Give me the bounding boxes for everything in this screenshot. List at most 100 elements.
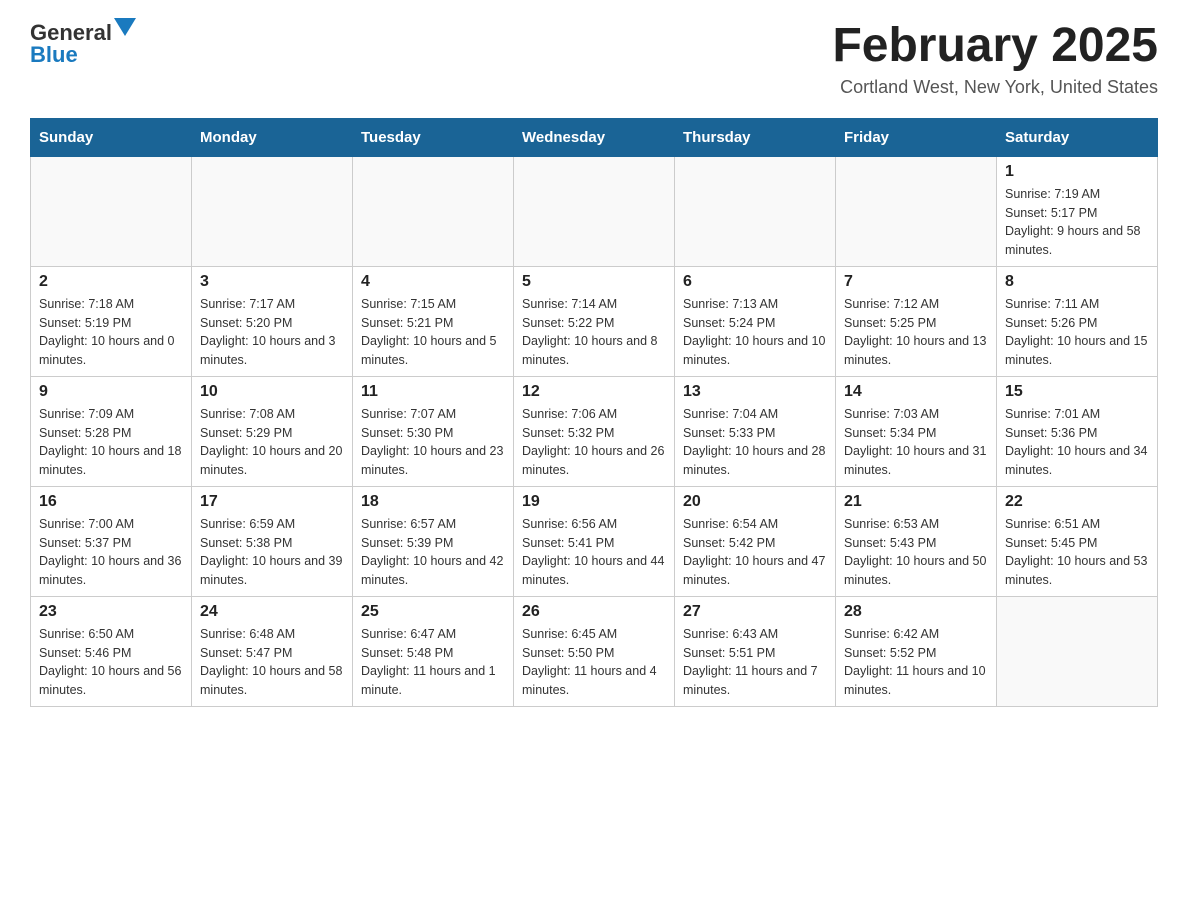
calendar-cell: 1 Sunrise: 7:19 AM Sunset: 5:17 PM Daylig… — [997, 156, 1158, 266]
calendar-cell: 22Sunrise: 6:51 AM Sunset: 5:45 PM Dayli… — [997, 486, 1158, 596]
day-number: 15 — [1005, 383, 1149, 401]
title-block: February 2025 Cortland West, New York, U… — [832, 20, 1158, 98]
day-number: 16 — [39, 493, 183, 511]
day-number: 26 — [522, 603, 666, 621]
calendar-cell — [514, 156, 675, 266]
weekday-header-sunday: Sunday — [31, 118, 192, 156]
day-number: 14 — [844, 383, 988, 401]
day-info: Sunrise: 7:08 AM Sunset: 5:29 PM Dayligh… — [200, 405, 344, 480]
calendar-cell: 10 Sunrise: 7:08 AM Sunset: 5:29 PM Dayli… — [192, 376, 353, 486]
day-info: Sunrise: 7:19 AM Sunset: 5:17 PM Dayligh… — [1005, 185, 1149, 260]
calendar-cell: 18 Sunrise: 6:57 AM Sunset: 5:39 PM Dayli… — [353, 486, 514, 596]
day-info: Sunrise: 6:50 AM Sunset: 5:46 PM Dayligh… — [39, 625, 183, 700]
day-info: Sunrise: 7:03 AM Sunset: 5:34 PM Dayligh… — [844, 405, 988, 480]
day-info: Sunrise: 7:11 AM Sunset: 5:26 PM Dayligh… — [1005, 295, 1149, 370]
day-info: Sunrise: 7:12 AM Sunset: 5:25 PM Dayligh… — [844, 295, 988, 370]
day-number: 20 — [683, 493, 827, 511]
day-number: 23 — [39, 603, 183, 621]
day-number: 5 — [522, 273, 666, 291]
weekday-header-row: SundayMondayTuesdayWednesdayThursdayFrid… — [31, 118, 1158, 156]
day-number: 3 — [200, 273, 344, 291]
day-number: 25 — [361, 603, 505, 621]
day-info: Sunrise: 6:48 AM Sunset: 5:47 PM Dayligh… — [200, 625, 344, 700]
day-info: Sunrise: 6:42 AM Sunset: 5:52 PM Dayligh… — [844, 625, 988, 700]
calendar-cell: 15 Sunrise: 7:01 AM Sunset: 5:36 PM Dayli… — [997, 376, 1158, 486]
day-number: 24 — [200, 603, 344, 621]
day-number: 7 — [844, 273, 988, 291]
day-info: Sunrise: 7:01 AM Sunset: 5:36 PM Dayligh… — [1005, 405, 1149, 480]
calendar-cell — [31, 156, 192, 266]
logo-text-blue: Blue — [30, 43, 78, 67]
day-info: Sunrise: 6:47 AM Sunset: 5:48 PM Dayligh… — [361, 625, 505, 700]
day-info: Sunrise: 7:13 AM Sunset: 5:24 PM Dayligh… — [683, 295, 827, 370]
day-info: Sunrise: 7:17 AM Sunset: 5:20 PM Dayligh… — [200, 295, 344, 370]
calendar-cell: 17 Sunrise: 6:59 AM Sunset: 5:38 PM Dayli… — [192, 486, 353, 596]
calendar-week-row: 9Sunrise: 7:09 AM Sunset: 5:28 PM Daylig… — [31, 376, 1158, 486]
logo-arrow-icon — [114, 18, 136, 40]
calendar-week-row: 1 Sunrise: 7:19 AM Sunset: 5:17 PM Daylig… — [31, 156, 1158, 266]
calendar-cell: 3 Sunrise: 7:17 AM Sunset: 5:20 PM Daylig… — [192, 266, 353, 376]
day-number: 11 — [361, 383, 505, 401]
day-info: Sunrise: 7:06 AM Sunset: 5:32 PM Dayligh… — [522, 405, 666, 480]
calendar-cell: 7 Sunrise: 7:12 AM Sunset: 5:25 PM Daylig… — [836, 266, 997, 376]
page-title: February 2025 — [832, 20, 1158, 73]
day-number: 17 — [200, 493, 344, 511]
day-info: Sunrise: 7:18 AM Sunset: 5:19 PM Dayligh… — [39, 295, 183, 370]
day-info: Sunrise: 7:09 AM Sunset: 5:28 PM Dayligh… — [39, 405, 183, 480]
day-number: 4 — [361, 273, 505, 291]
day-number: 13 — [683, 383, 827, 401]
day-info: Sunrise: 6:43 AM Sunset: 5:51 PM Dayligh… — [683, 625, 827, 700]
calendar-cell — [836, 156, 997, 266]
day-info: Sunrise: 7:07 AM Sunset: 5:30 PM Dayligh… — [361, 405, 505, 480]
calendar-cell: 12 Sunrise: 7:06 AM Sunset: 5:32 PM Dayli… — [514, 376, 675, 486]
day-number: 19 — [522, 493, 666, 511]
day-number: 18 — [361, 493, 505, 511]
day-info: Sunrise: 7:04 AM Sunset: 5:33 PM Dayligh… — [683, 405, 827, 480]
day-info: Sunrise: 6:59 AM Sunset: 5:38 PM Dayligh… — [200, 515, 344, 590]
calendar-cell: 8Sunrise: 7:11 AM Sunset: 5:26 PM Daylig… — [997, 266, 1158, 376]
day-info: Sunrise: 6:57 AM Sunset: 5:39 PM Dayligh… — [361, 515, 505, 590]
calendar-cell: 6 Sunrise: 7:13 AM Sunset: 5:24 PM Daylig… — [675, 266, 836, 376]
day-number: 21 — [844, 493, 988, 511]
calendar-cell: 23 Sunrise: 6:50 AM Sunset: 5:46 PM Dayli… — [31, 596, 192, 706]
weekday-header-wednesday: Wednesday — [514, 118, 675, 156]
weekday-header-thursday: Thursday — [675, 118, 836, 156]
logo: General Blue — [30, 20, 136, 67]
day-number: 27 — [683, 603, 827, 621]
calendar-cell: 16 Sunrise: 7:00 AM Sunset: 5:37 PM Dayli… — [31, 486, 192, 596]
weekday-header-saturday: Saturday — [997, 118, 1158, 156]
calendar-cell: 11 Sunrise: 7:07 AM Sunset: 5:30 PM Dayli… — [353, 376, 514, 486]
day-number: 1 — [1005, 163, 1149, 181]
calendar-cell: 27 Sunrise: 6:43 AM Sunset: 5:51 PM Dayli… — [675, 596, 836, 706]
calendar-cell: 21 Sunrise: 6:53 AM Sunset: 5:43 PM Dayli… — [836, 486, 997, 596]
calendar-cell: 25 Sunrise: 6:47 AM Sunset: 5:48 PM Dayli… — [353, 596, 514, 706]
day-info: Sunrise: 7:14 AM Sunset: 5:22 PM Dayligh… — [522, 295, 666, 370]
weekday-header-tuesday: Tuesday — [353, 118, 514, 156]
day-number: 10 — [200, 383, 344, 401]
day-number: 2 — [39, 273, 183, 291]
calendar-cell: 20 Sunrise: 6:54 AM Sunset: 5:42 PM Dayli… — [675, 486, 836, 596]
calendar-cell: 13 Sunrise: 7:04 AM Sunset: 5:33 PM Dayli… — [675, 376, 836, 486]
day-info: Sunrise: 7:00 AM Sunset: 5:37 PM Dayligh… — [39, 515, 183, 590]
calendar-cell: 24 Sunrise: 6:48 AM Sunset: 5:47 PM Dayli… — [192, 596, 353, 706]
calendar-cell: 2 Sunrise: 7:18 AM Sunset: 5:19 PM Daylig… — [31, 266, 192, 376]
calendar-cell — [675, 156, 836, 266]
calendar-cell: 5 Sunrise: 7:14 AM Sunset: 5:22 PM Daylig… — [514, 266, 675, 376]
day-number: 12 — [522, 383, 666, 401]
calendar-week-row: 2 Sunrise: 7:18 AM Sunset: 5:19 PM Daylig… — [31, 266, 1158, 376]
day-info: Sunrise: 6:53 AM Sunset: 5:43 PM Dayligh… — [844, 515, 988, 590]
calendar-cell — [353, 156, 514, 266]
calendar-cell: 4Sunrise: 7:15 AM Sunset: 5:21 PM Daylig… — [353, 266, 514, 376]
page-subtitle: Cortland West, New York, United States — [832, 77, 1158, 98]
day-info: Sunrise: 6:51 AM Sunset: 5:45 PM Dayligh… — [1005, 515, 1149, 590]
day-info: Sunrise: 6:56 AM Sunset: 5:41 PM Dayligh… — [522, 515, 666, 590]
calendar-week-row: 16 Sunrise: 7:00 AM Sunset: 5:37 PM Dayli… — [31, 486, 1158, 596]
calendar-cell: 28Sunrise: 6:42 AM Sunset: 5:52 PM Dayli… — [836, 596, 997, 706]
weekday-header-friday: Friday — [836, 118, 997, 156]
weekday-header-monday: Monday — [192, 118, 353, 156]
day-info: Sunrise: 6:45 AM Sunset: 5:50 PM Dayligh… — [522, 625, 666, 700]
day-info: Sunrise: 6:54 AM Sunset: 5:42 PM Dayligh… — [683, 515, 827, 590]
page-header: General Blue February 2025 Cortland West… — [30, 20, 1158, 98]
calendar-cell — [192, 156, 353, 266]
day-number: 6 — [683, 273, 827, 291]
